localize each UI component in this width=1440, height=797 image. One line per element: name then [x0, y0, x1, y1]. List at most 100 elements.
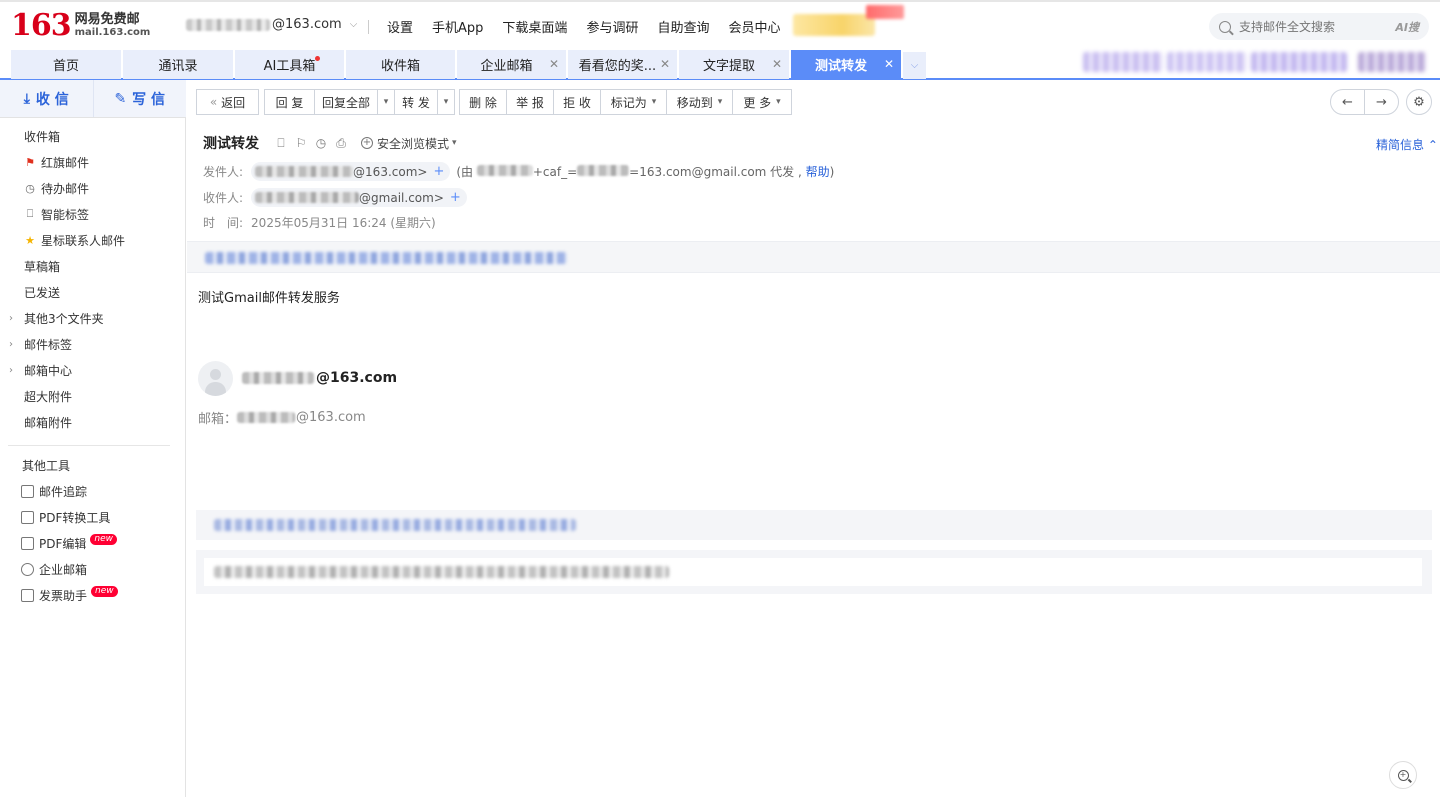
chevron-down-icon: ▾: [651, 97, 657, 107]
redacted-banner-text: [205, 252, 567, 264]
forward-dropdown-button[interactable]: ▾: [437, 89, 455, 115]
write-mail-button[interactable]: ✎ 写 信: [92, 80, 187, 117]
tab-inbox[interactable]: 收件箱: [346, 50, 455, 79]
move-to-dropdown[interactable]: 移动到 ▾: [666, 89, 733, 115]
tab-home[interactable]: 首页: [11, 50, 121, 79]
sidebar-item-drafts[interactable]: 草稿箱: [0, 253, 186, 279]
forward-button[interactable]: 转 发: [394, 89, 438, 115]
report-button[interactable]: 举 报: [506, 89, 554, 115]
folder-nav: 收件箱 ⚑ 红旗邮件 ◷ 待办邮件 ⎕ 智能标签 ★ 星标联系人邮件 草稿箱 已…: [0, 123, 186, 608]
bookmark-icon[interactable]: ⎕: [275, 136, 287, 151]
tools-title: 其他工具: [22, 458, 71, 473]
close-icon[interactable]: ✕: [884, 57, 894, 71]
tab-label: 收件箱: [380, 59, 420, 74]
chevron-right-icon[interactable]: ›: [9, 365, 13, 376]
mark-as-dropdown[interactable]: 标记为 ▾: [600, 89, 667, 115]
delete-button[interactable]: 删 除: [459, 89, 507, 115]
sidebar-item-flagged[interactable]: ⚑ 红旗邮件: [0, 149, 186, 175]
tab-ai-toolbox[interactable]: AI工具箱: [235, 50, 344, 79]
tab-label: 首页: [52, 59, 79, 74]
redacted-recipient: [255, 192, 360, 203]
zoom-button[interactable]: +: [1389, 761, 1417, 789]
sidebar-item-smart-tags[interactable]: ⎕ 智能标签: [0, 201, 186, 227]
chevron-down-icon: ▾: [383, 97, 389, 107]
search-input[interactable]: [1239, 19, 1389, 34]
redacted-tab-area: [1167, 52, 1247, 72]
ai-search-button[interactable]: AI搜: [1395, 19, 1419, 35]
subject-row: 测试转发 ⎕ ⚐ ◷ ⎙ + 安全浏览模式 ▾: [203, 133, 457, 153]
sidebar-item-large-attachments[interactable]: 超大附件: [0, 383, 186, 409]
star-icon: ★: [25, 233, 35, 247]
tool-pdf-edit[interactable]: PDF编辑 new: [0, 530, 186, 556]
from-label: 发件人:: [203, 165, 244, 179]
back-button[interactable]: « 返回: [196, 89, 259, 115]
nav-survey[interactable]: 参与调研: [586, 17, 638, 36]
top-bar: 163 网易免费邮 mail.163.com @163.com ⌵ 设置 手机A…: [0, 0, 1440, 48]
nav-download-desktop[interactable]: 下载桌面端: [502, 17, 567, 36]
brand-logo[interactable]: 163 网易免费邮 mail.163.com: [11, 10, 150, 44]
signature-name: @163.com: [242, 370, 397, 386]
search-icon: [1219, 20, 1231, 33]
tab-overflow-chevron-icon[interactable]: ⌵: [903, 52, 926, 79]
tab-text-extract[interactable]: 文字提取 ✕: [679, 50, 789, 79]
tool-invoice-assistant[interactable]: 发票助手 new: [0, 582, 186, 608]
tab-rewards[interactable]: 看看您的奖... ✕: [568, 50, 677, 79]
flag-icon[interactable]: ⚐: [295, 136, 307, 150]
more-dropdown[interactable]: 更 多 ▾: [732, 89, 792, 115]
brief-info-link[interactable]: 精简信息 ⌃: [1376, 136, 1438, 153]
reply-button[interactable]: 回 复: [264, 89, 315, 115]
redacted-quote-text: [214, 566, 669, 578]
pdf-icon: [21, 510, 34, 524]
sidebar-item-other-folders[interactable]: › 其他3个文件夹: [0, 305, 186, 331]
next-mail-arrow-right-icon[interactable]: →: [1364, 89, 1399, 115]
sidebar-item-todo[interactable]: ◷ 待办邮件: [0, 175, 186, 201]
nav-settings[interactable]: 设置: [387, 17, 413, 36]
clock-icon[interactable]: ◷: [315, 136, 327, 150]
help-link[interactable]: 帮助: [806, 165, 830, 179]
reply-all-button[interactable]: 回复全部: [314, 89, 378, 115]
add-contact-icon[interactable]: +: [450, 190, 461, 205]
sidebar-item-sent[interactable]: 已发送: [0, 279, 186, 305]
sidebar-item-mail-center[interactable]: › 邮箱中心: [0, 357, 186, 383]
close-icon[interactable]: ✕: [660, 57, 670, 71]
print-icon[interactable]: ⎙: [335, 136, 347, 151]
safe-browse-mode-toggle[interactable]: + 安全浏览模式 ▾: [361, 135, 457, 152]
sent-on-behalf-note: (由 +caf_= =163.com@gmail.com 代发 , 帮助): [456, 165, 835, 179]
chevron-down-icon: ▾: [452, 138, 457, 148]
reply-dropdown-button[interactable]: ▾: [377, 89, 395, 115]
recipient-chip[interactable]: @gmail.com> +: [251, 188, 467, 207]
redacted-sender: [255, 166, 354, 177]
nav-member-center[interactable]: 会员中心: [728, 17, 780, 36]
reject-button[interactable]: 拒 收: [553, 89, 601, 115]
sidebar-item-inbox[interactable]: 收件箱: [0, 123, 186, 149]
sidebar-item-starred-contacts[interactable]: ★ 星标联系人邮件: [0, 227, 186, 253]
tool-pdf-convert[interactable]: PDF转换工具: [0, 504, 186, 530]
prev-mail-arrow-left-icon[interactable]: ←: [1330, 89, 1365, 115]
to-row: 收件人: @gmail.com> +: [203, 188, 467, 207]
mail-search[interactable]: AI搜: [1209, 13, 1429, 40]
tab-enterprise-mail[interactable]: 企业邮箱 ✕: [457, 50, 566, 79]
promo-banner[interactable]: [793, 14, 875, 36]
receive-mail-button[interactable]: ⤓ 收 信: [0, 80, 93, 117]
chevron-right-icon[interactable]: ›: [9, 313, 13, 324]
account-switcher[interactable]: @163.com ⌵: [186, 17, 357, 32]
nav-mobile-app[interactable]: 手机App: [432, 17, 483, 36]
tool-enterprise-mail[interactable]: 企业邮箱: [0, 556, 186, 582]
from-row: 发件人: @163.com> + (由 +caf_= =163.com@gmail…: [203, 162, 834, 181]
close-icon[interactable]: ✕: [772, 57, 782, 71]
close-icon[interactable]: ✕: [549, 57, 559, 71]
promo-badge: [866, 5, 904, 19]
logo-domain-text: mail.163.com: [74, 27, 151, 38]
chevron-right-icon[interactable]: ›: [9, 339, 13, 350]
sender-chip[interactable]: @163.com> +: [251, 162, 451, 181]
sidebar-item-attachments[interactable]: 邮箱附件: [0, 409, 186, 435]
gear-icon[interactable]: ⚙: [1406, 89, 1432, 115]
notification-dot: [315, 56, 320, 61]
sidebar-item-mail-tags[interactable]: › 邮件标签: [0, 331, 186, 357]
nav-self-service[interactable]: 自助查询: [657, 17, 709, 36]
tab-test-forward[interactable]: 测试转发 ✕: [791, 50, 901, 79]
invoice-icon: [21, 588, 34, 602]
tool-mail-tracking[interactable]: 邮件追踪: [0, 478, 186, 504]
add-contact-icon[interactable]: +: [433, 164, 444, 179]
tab-contacts[interactable]: 通讯录: [123, 50, 233, 79]
